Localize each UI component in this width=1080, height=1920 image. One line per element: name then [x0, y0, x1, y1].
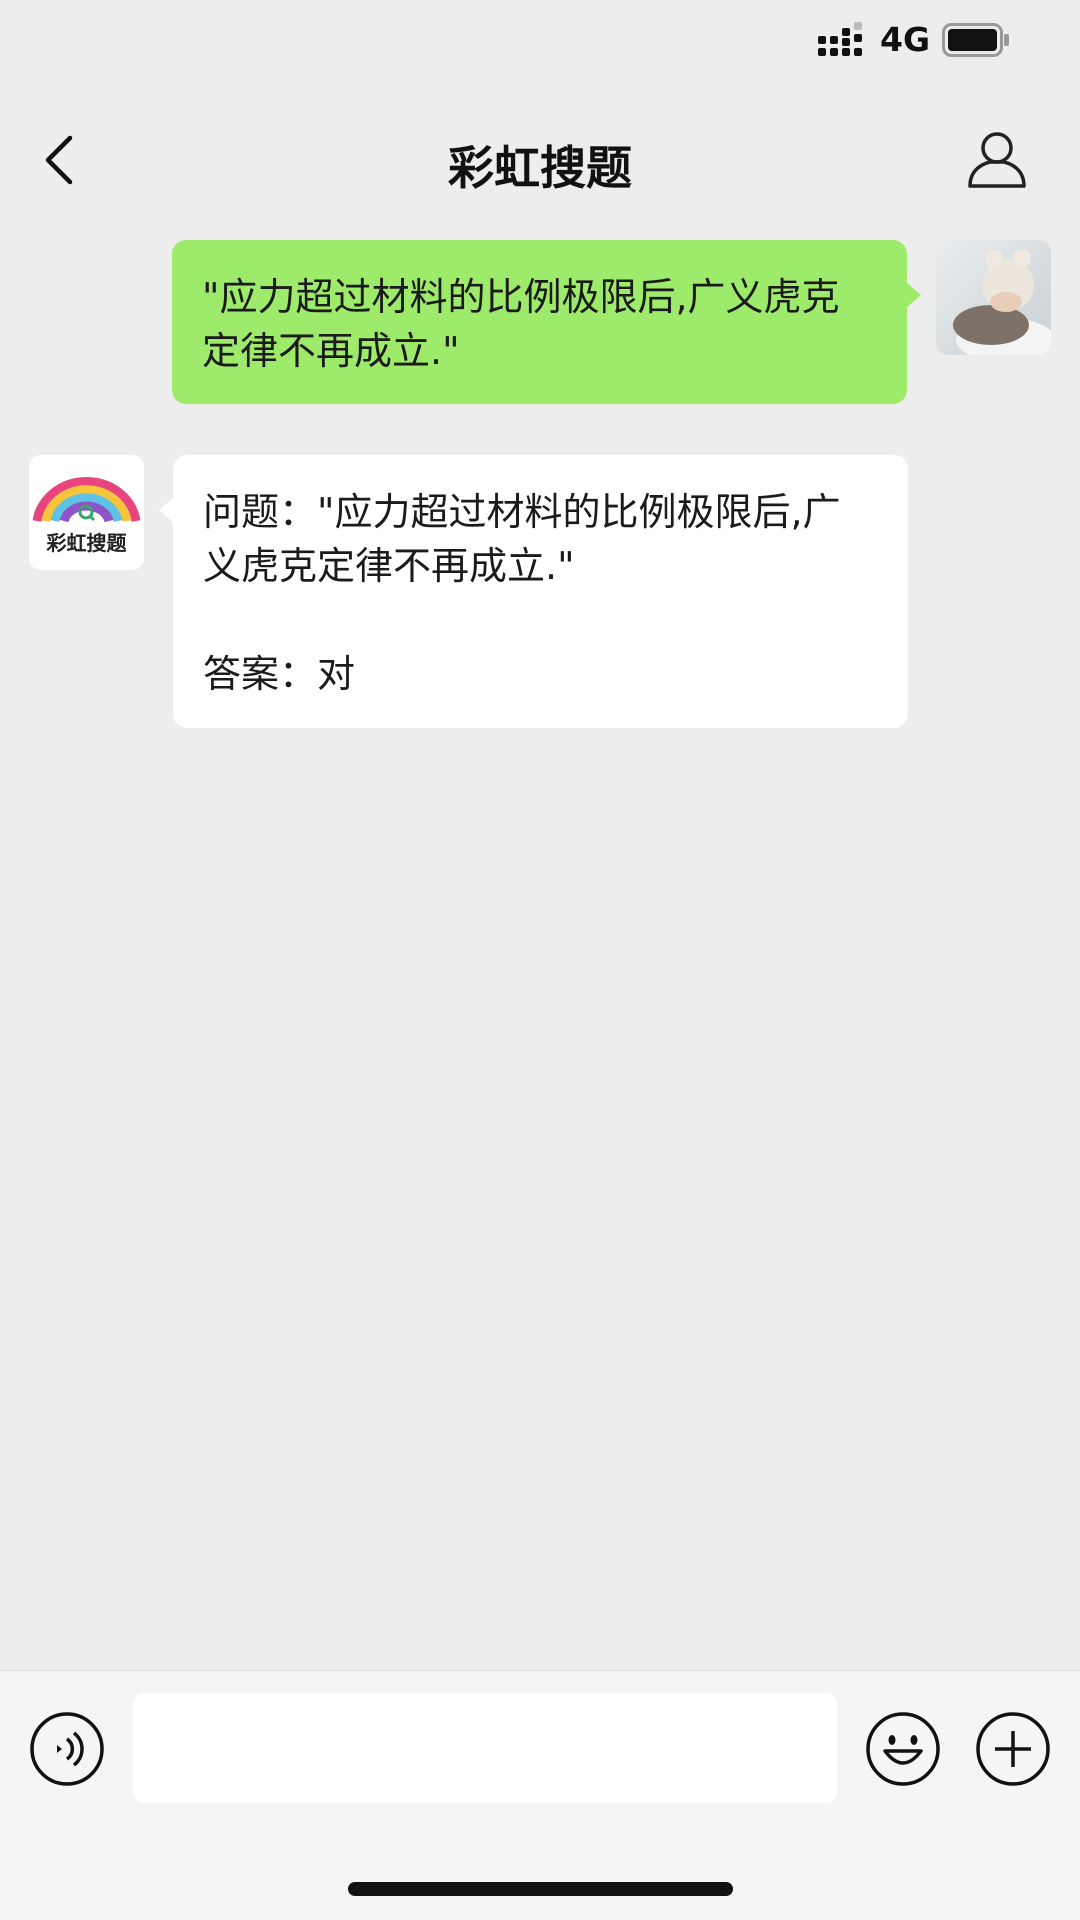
network-type-label: 4G [880, 20, 931, 59]
signal-icon [818, 22, 862, 56]
person-icon[interactable] [966, 128, 1028, 190]
status-bar: 4G [0, 0, 1080, 84]
plus-icon[interactable] [975, 1711, 1051, 1787]
message-bubble-incoming[interactable]: 问题："应力超过材料的比例极限后,广义虎克定律不再成立." 答案：对 [159, 455, 908, 728]
bot-avatar-label: 彩虹搜题 [46, 531, 127, 555]
battery-icon [942, 23, 1009, 57]
baby-photo-avatar [936, 240, 1051, 355]
bot-avatar[interactable]: 彩虹搜题 [29, 455, 144, 570]
voice-icon[interactable] [29, 1711, 105, 1787]
message-bubble-outgoing[interactable]: "应力超过材料的比例极限后,广义虎克定律不再成立." [172, 240, 921, 404]
nav-bar: 彩虹搜题 [0, 110, 1080, 210]
page-title: 彩虹搜题 [448, 141, 632, 195]
message-input[interactable] [133, 1693, 837, 1803]
rainbow-logo-icon [32, 477, 141, 523]
emoji-icon[interactable] [865, 1711, 941, 1787]
home-indicator[interactable] [348, 1882, 733, 1896]
user-avatar[interactable] [936, 240, 1051, 355]
